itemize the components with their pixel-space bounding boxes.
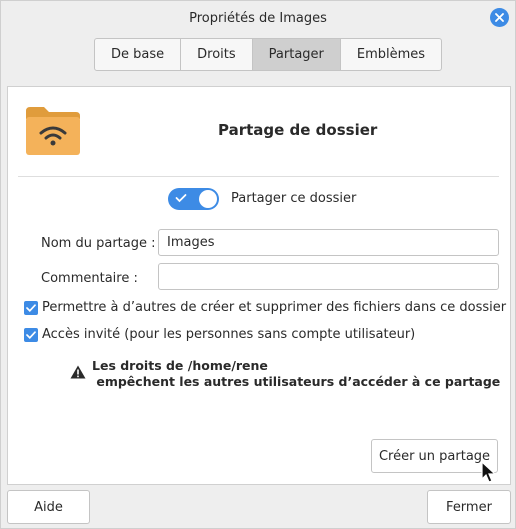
window-title: Propriétés de Images [189,10,327,26]
share-folder-toggle[interactable] [168,188,219,210]
properties-dialog: Propriétés de Images De base Droits Part… [0,0,516,529]
tab-de-base[interactable]: De base [95,39,182,70]
mouse-cursor-icon [481,461,497,483]
tab-bar: De base Droits Partager Emblèmes [94,38,443,71]
share-folder-label: Partager ce dossier [231,191,357,206]
share-heading: Partage de dossier [218,121,378,139]
allow-others-label: Permettre à d’autres de créer et supprim… [42,300,507,315]
tab-emblemes[interactable]: Emblèmes [341,39,441,70]
toggle-knob [199,190,217,208]
close-dialog-button[interactable]: Fermer [427,490,511,524]
warning-line-2: empêchent les autres utilisateurs d’accé… [92,374,501,389]
titlebar: Propriétés de Images [1,1,515,35]
guest-access-label: Accès invité (pour les personnes sans co… [42,327,416,342]
check-icon [26,331,36,339]
warning-line-1: Les droits de /home/rene [92,358,268,373]
warning-icon [70,365,86,379]
allow-others-checkbox[interactable] [24,301,38,315]
help-button[interactable]: Aide [7,490,90,524]
check-icon [26,304,36,312]
folder-wireless-icon [26,107,80,155]
comment-label: Commentaire : [41,271,138,286]
close-icon [495,13,504,22]
close-button[interactable] [490,8,509,27]
share-name-input[interactable] [158,229,499,256]
guest-access-checkbox[interactable] [24,328,38,342]
tab-droits[interactable]: Droits [181,39,253,70]
share-panel: Partage de dossier Partager ce dossier N… [7,86,511,485]
tab-partager[interactable]: Partager [252,39,341,70]
share-name-label: Nom du partage : [41,236,156,251]
check-icon [175,194,187,203]
divider [18,176,499,177]
permission-warning: Les droits de /home/rene empêchent les a… [92,358,500,390]
comment-input[interactable] [158,263,499,290]
create-share-button[interactable]: Créer un partage [371,439,498,473]
